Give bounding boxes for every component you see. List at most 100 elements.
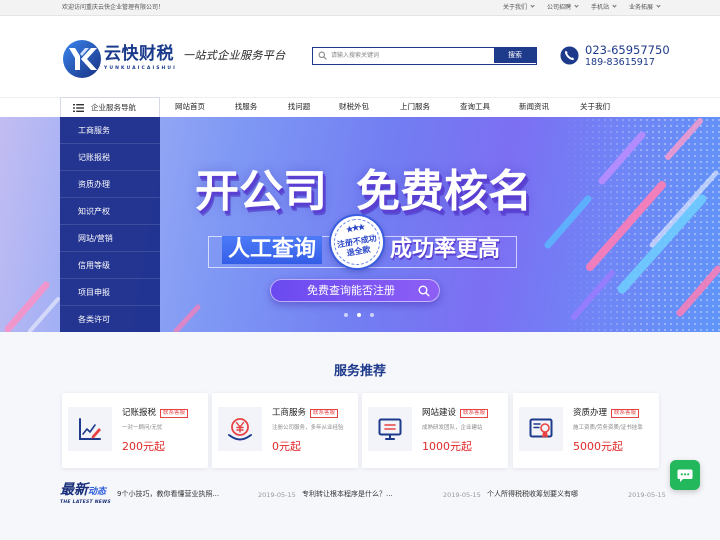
sidebar-item-web-marketing[interactable]: 网站/营销 bbox=[60, 225, 160, 252]
search-input[interactable] bbox=[331, 49, 491, 62]
card-title: 工商服务 bbox=[272, 408, 307, 418]
chart-pen-icon bbox=[79, 418, 101, 440]
chevron-down-icon bbox=[656, 3, 661, 8]
free-check-label: 免费查询能否注册 bbox=[307, 284, 395, 297]
nav-item-news[interactable]: 新闻资讯 bbox=[504, 102, 564, 112]
certificate-icon bbox=[529, 418, 553, 438]
topbar-link-mobile[interactable]: 手机站 bbox=[591, 3, 617, 12]
menu-icon bbox=[73, 104, 84, 112]
card-price: 5000元起 bbox=[573, 440, 623, 453]
sidebar-item-credit-rating[interactable]: 信用等级 bbox=[60, 252, 160, 279]
topbar-link-jobs[interactable]: 公司招聘 bbox=[547, 3, 579, 12]
news-title[interactable]: 专利转让根本程序是什么？... bbox=[302, 490, 393, 499]
nav-item-about[interactable]: 关于我们 bbox=[565, 102, 625, 112]
contact-service-badge[interactable]: 联系客服 bbox=[460, 409, 489, 418]
nav-item-tools[interactable]: 查询工具 bbox=[445, 102, 505, 112]
topbar-link-business[interactable]: 业务拓展 bbox=[629, 3, 661, 12]
sidebar-item-label: 项目申报 bbox=[78, 288, 110, 297]
carousel-dot-1[interactable] bbox=[344, 313, 348, 317]
topbar-link-label: 关于我们 bbox=[503, 4, 528, 11]
nav-item-home[interactable]: 网站首页 bbox=[160, 102, 220, 112]
tagline: 一站式企业服务平台 bbox=[183, 49, 286, 62]
news-title[interactable]: 个人所得税税收筹划要义有哪 bbox=[487, 490, 578, 499]
card-title: 记账报税 bbox=[122, 408, 157, 418]
card-description: 注册公司服务，多年从业经验 bbox=[272, 425, 344, 431]
sidebar-item-ip[interactable]: 知识产权 bbox=[60, 198, 160, 225]
search-icon bbox=[318, 51, 327, 60]
sidebar-item-licenses[interactable]: 各类许可 bbox=[60, 306, 160, 333]
chat-bubble-icon bbox=[677, 469, 693, 482]
service-card-business[interactable]: 工商服务 联系客服 注册公司服务，多年从业经验 0元起 bbox=[212, 393, 358, 468]
sidebar-item-bookkeeping[interactable]: 记账报税 bbox=[60, 144, 160, 171]
banner-right-text: 成功率更高 bbox=[390, 237, 501, 262]
card-icon-box bbox=[68, 407, 112, 451]
stars-icon bbox=[345, 223, 365, 233]
carousel-dot-3[interactable] bbox=[370, 313, 374, 317]
card-description: 一对一顾问/无忧 bbox=[122, 425, 163, 431]
banner-headline-2: 免费核名 bbox=[356, 166, 532, 217]
stamp-line-2: 退全款 bbox=[346, 244, 372, 258]
sidebar-item-project-application[interactable]: 项目申报 bbox=[60, 279, 160, 306]
monitor-icon bbox=[378, 418, 402, 440]
service-card-bookkeeping[interactable]: 记账报税 联系客服 一对一顾问/无忧 200元起 bbox=[62, 393, 208, 468]
chevron-down-icon bbox=[574, 3, 579, 8]
service-card-qualification[interactable]: 资质办理 联系客服 施工资质/劳务资质/证书挂靠 5000元起 bbox=[513, 393, 659, 468]
card-price: 1000元起 bbox=[422, 440, 472, 453]
phone-number-secondary[interactable]: 189-83615917 bbox=[585, 57, 655, 69]
nav-item-find-service[interactable]: 找服务 bbox=[216, 102, 276, 112]
news-date: 2019-05-15 bbox=[443, 491, 481, 499]
nav-item-outsourcing[interactable]: 财税外包 bbox=[324, 102, 384, 112]
logo-text[interactable]: 云快财税 bbox=[104, 44, 174, 64]
phone-icon bbox=[560, 46, 579, 65]
sidebar-item-label: 资质办理 bbox=[78, 180, 110, 189]
search-button[interactable]: 搜索 bbox=[494, 48, 536, 63]
free-check-button[interactable]: 免费查询能否注册 bbox=[270, 279, 440, 302]
service-sidebar: 工商服务 记账报税 资质办理 知识产权 网站/营销 信用等级 项目申报 各类许可 bbox=[60, 117, 160, 332]
contact-service-badge[interactable]: 联系客服 bbox=[310, 409, 339, 418]
chat-button[interactable] bbox=[670, 460, 700, 490]
logo-subtitle: YUNKUAICAISHUI bbox=[104, 66, 177, 71]
contact-service-badge[interactable]: 联系客服 bbox=[160, 409, 189, 418]
contact-service-badge[interactable]: 联系客服 bbox=[611, 409, 640, 418]
card-price: 200元起 bbox=[122, 440, 165, 453]
card-title: 网站建设 bbox=[422, 408, 457, 418]
news-item[interactable]: 专利转让根本程序是什么？... 2019-05-15 bbox=[302, 489, 487, 501]
sidebar-item-label: 各类许可 bbox=[78, 315, 110, 324]
service-card-website[interactable]: 网站建设 联系客服 成熟研发团队，企业建站 1000元起 bbox=[362, 393, 508, 468]
sidebar-item-label: 网站/营销 bbox=[78, 234, 113, 243]
card-icon-box bbox=[519, 407, 563, 451]
card-price: 0元起 bbox=[272, 440, 301, 453]
news-item[interactable]: 个人所得税税收筹划要义有哪 2019-05-15 bbox=[487, 489, 672, 501]
sidebar-item-qualification[interactable]: 资质办理 bbox=[60, 171, 160, 198]
banner-left-box-text: 人工查询 bbox=[228, 237, 317, 262]
latest-news-logo: 最新动态 bbox=[60, 482, 106, 500]
topbar-link-about[interactable]: 关于我们 bbox=[503, 3, 535, 12]
nav-item-onsite[interactable]: 上门服务 bbox=[385, 102, 445, 112]
sidebar-item-label: 工商服务 bbox=[78, 126, 110, 135]
card-icon-box bbox=[368, 407, 412, 451]
banner-left-box: 人工查询 bbox=[222, 236, 322, 264]
latest-news-logo-accent: 动态 bbox=[88, 487, 107, 497]
sidebar-item-business-registration[interactable]: 工商服务 bbox=[60, 117, 160, 144]
phone-number-primary[interactable]: 023-65957750 bbox=[585, 43, 670, 57]
service-category-nav[interactable]: 企业服务导航 bbox=[60, 97, 160, 117]
news-title[interactable]: 9个小技巧，教你看懂营业执照... bbox=[117, 490, 219, 499]
sidebar-item-label: 信用等级 bbox=[78, 261, 110, 270]
search-box: 搜索 bbox=[312, 47, 537, 65]
card-description: 成熟研发团队，企业建站 bbox=[422, 425, 483, 431]
topbar-link-label: 手机站 bbox=[591, 4, 610, 11]
latest-news-logo-main: 最新 bbox=[60, 482, 88, 498]
banner-headline-1: 开公司 bbox=[195, 166, 327, 217]
latest-news-subtitle: THE LATEST NEWS bbox=[60, 500, 111, 505]
yk-logo-icon[interactable] bbox=[62, 39, 102, 79]
chevron-down-icon bbox=[612, 3, 617, 8]
stamp-line-1: 注册不成功 bbox=[336, 233, 378, 250]
news-date: 2019-05-15 bbox=[258, 491, 296, 499]
topbar-link-label: 公司招聘 bbox=[547, 4, 572, 11]
chevron-down-icon bbox=[530, 3, 535, 8]
yen-coin-icon bbox=[228, 418, 252, 441]
nav-item-find-question[interactable]: 找问题 bbox=[269, 102, 329, 112]
news-item[interactable]: 9个小技巧，教你看懂营业执照... 2019-05-15 bbox=[117, 489, 302, 501]
topbar-link-label: 业务拓展 bbox=[629, 4, 654, 11]
carousel-dot-2[interactable] bbox=[357, 313, 361, 317]
